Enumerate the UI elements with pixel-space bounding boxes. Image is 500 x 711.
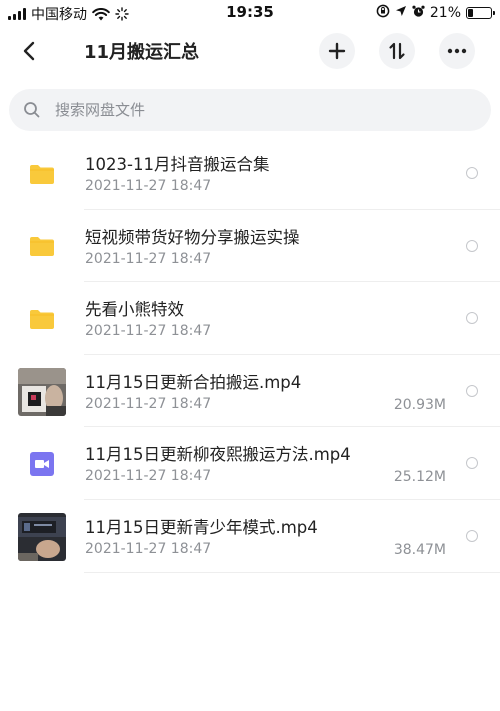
file-name: 短视频带货好物分享搬运实操 (85, 227, 300, 247)
file-name: 11月15日更新合拍搬运.mp4 (85, 372, 302, 392)
file-size: 38.47M (393, 541, 446, 558)
select-checkbox[interactable] (466, 167, 478, 179)
more-button[interactable] (439, 33, 475, 69)
file-row[interactable]: 先看小熊特效 2021-11-27 18:47 (0, 282, 500, 355)
file-date: 2021-11-27 18:47 (85, 540, 212, 557)
file-row[interactable]: 1023-11月抖音搬运合集 2021-11-27 18:47 (0, 137, 500, 210)
alarm-icon (412, 5, 425, 22)
page-title: 11月搬运汇总 (84, 42, 200, 63)
back-button[interactable] (14, 36, 44, 66)
video-thumbnail-image (18, 367, 66, 416)
add-button[interactable] (319, 33, 355, 69)
video-file-icon (18, 440, 66, 488)
select-checkbox[interactable] (466, 239, 478, 252)
video-thumbnail (18, 512, 66, 561)
file-size: 20.93M (393, 396, 446, 413)
status-right: 21% (376, 4, 495, 22)
more-icon (447, 48, 467, 54)
file-name: 1023-11月抖音搬运合集 (85, 155, 270, 174)
file-name: 11月15日更新青少年模式.mp4 (85, 517, 318, 537)
add-icon (328, 42, 346, 60)
sort-icon (389, 42, 405, 60)
location-icon (395, 5, 407, 21)
select-checkbox[interactable] (466, 384, 478, 397)
file-date: 2021-11-27 18:47 (85, 468, 212, 485)
battery-icon (466, 7, 495, 19)
video-thumbnail (18, 367, 66, 416)
select-checkbox[interactable] (466, 312, 478, 325)
file-date: 2021-11-27 18:47 (85, 323, 212, 340)
file-date: 2021-11-27 18:47 (85, 395, 212, 412)
file-size: 25.12M (393, 469, 446, 486)
battery-percent: 21% (429, 5, 461, 21)
file-date: 2021-11-27 18:47 (85, 178, 212, 194)
file-row[interactable]: 11月15日更新合拍搬运.mp4 2021-11-27 18:47 20.93M (0, 355, 500, 428)
nav-bar: 11月搬运汇总 (0, 26, 500, 76)
folder-icon (18, 150, 66, 198)
back-icon (23, 41, 35, 61)
search-icon (23, 101, 41, 119)
sort-button[interactable] (379, 33, 415, 69)
file-name: 11月15日更新柳夜熙搬运方法.mp4 (85, 445, 351, 465)
select-checkbox[interactable] (466, 457, 478, 470)
file-date: 2021-11-27 18:47 (85, 250, 212, 267)
folder-icon (18, 295, 66, 343)
search-bar[interactable] (9, 89, 491, 131)
file-row[interactable]: 11月15日更新青少年模式.mp4 2021-11-27 18:47 38.47… (0, 500, 500, 573)
file-row[interactable]: 短视频带货好物分享搬运实操 2021-11-27 18:47 (0, 210, 500, 283)
file-list: 1023-11月抖音搬运合集 2021-11-27 18:47 短视频带货好物分… (0, 137, 500, 573)
search-input[interactable] (53, 100, 453, 120)
file-row[interactable]: 11月15日更新柳夜熙搬运方法.mp4 2021-11-27 18:47 25.… (0, 427, 500, 500)
video-thumbnail-image (18, 512, 66, 561)
status-bar: 中国移动 19:35 21% (0, 0, 500, 26)
folder-icon (18, 223, 66, 271)
rotation-lock-icon (376, 4, 390, 22)
select-checkbox[interactable] (466, 529, 478, 542)
file-name: 先看小熊特效 (85, 300, 184, 320)
